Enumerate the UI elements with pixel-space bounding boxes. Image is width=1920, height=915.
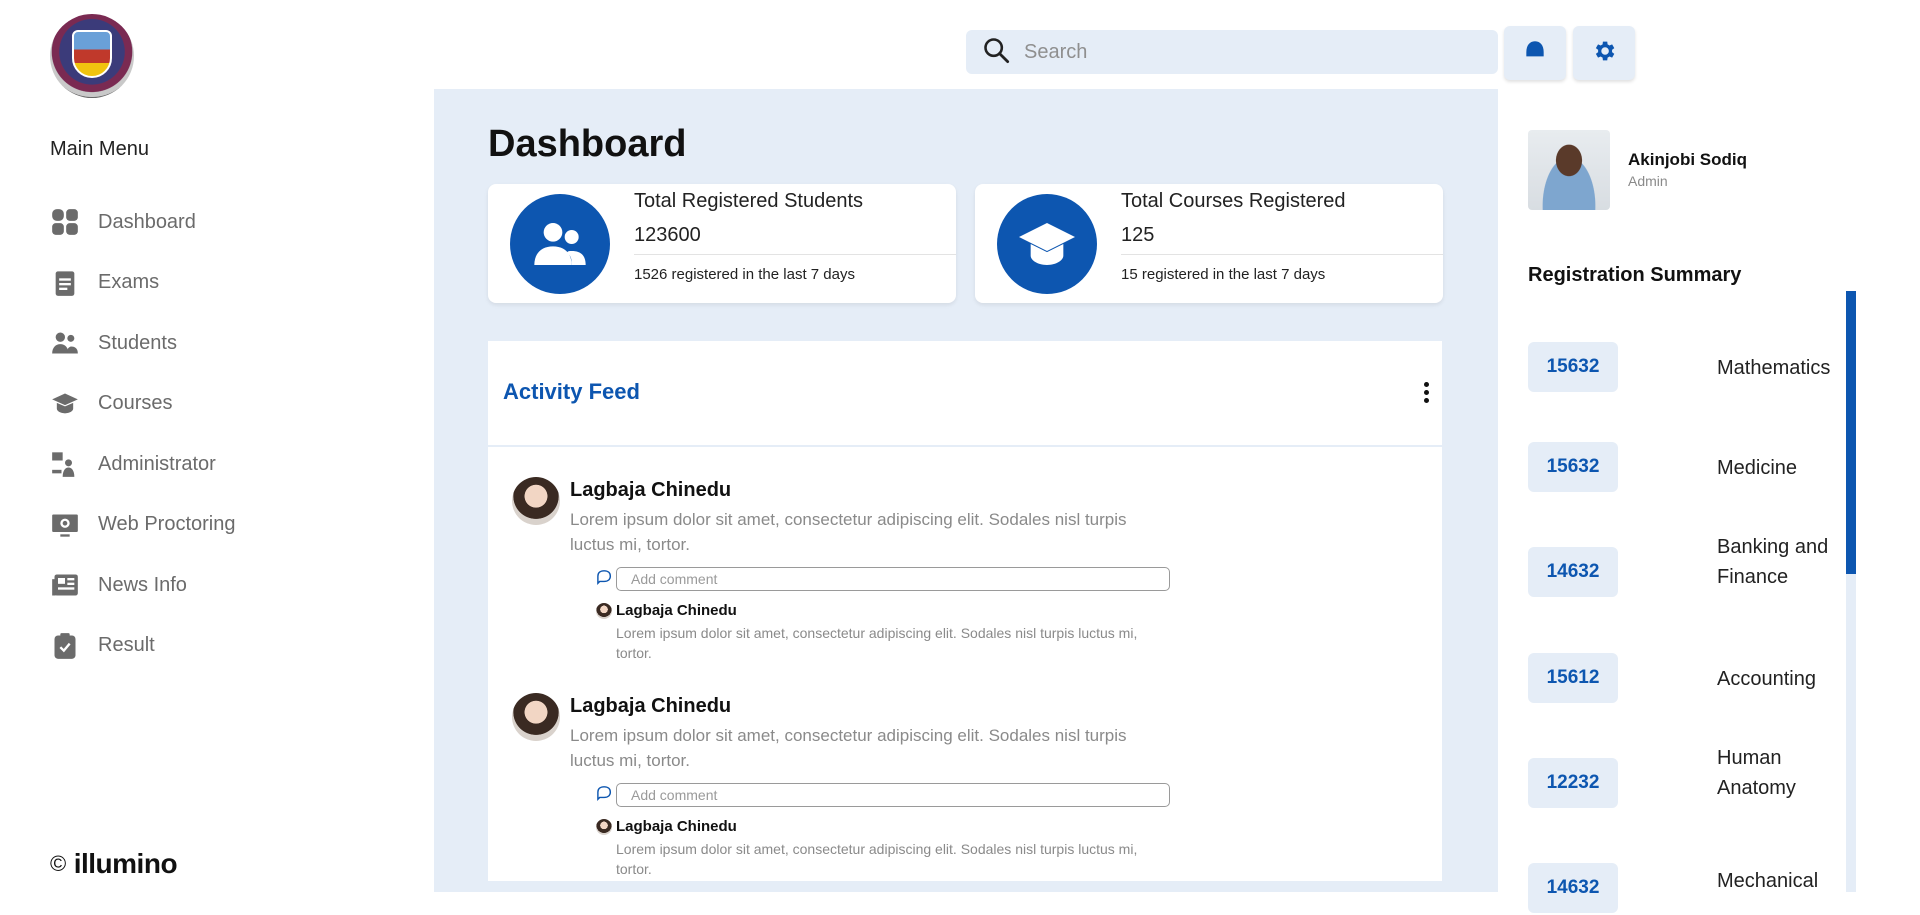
sidebar-item-label: Result	[98, 634, 155, 657]
registration-count: 15632	[1528, 442, 1618, 492]
stat-card-courses: Total Courses Registered 125 15 register…	[975, 184, 1443, 303]
stat-value: 123600	[634, 224, 701, 246]
list-item[interactable]: 15632 Medicine	[1528, 442, 1888, 494]
sidebar-item-web-proctoring[interactable]: Web Proctoring	[50, 495, 235, 556]
list-item[interactable]: 12232 Human Anatomy	[1528, 747, 1888, 810]
sidebar-item-label: Web Proctoring	[98, 513, 236, 536]
divider	[1121, 254, 1443, 255]
students-icon	[510, 194, 610, 294]
profile-role: Admin	[1628, 173, 1668, 189]
registration-count: 15612	[1528, 653, 1618, 703]
main-menu: Dashboard Exams Students Courses Adminis…	[50, 192, 235, 676]
stat-value: 125	[1121, 224, 1155, 246]
web-proctoring-icon	[50, 510, 80, 540]
divider	[634, 254, 956, 255]
copyright-symbol: ©	[50, 851, 66, 876]
stat-subtext: 15 registered in the last 7 days	[1121, 266, 1326, 283]
stat-subtext: 1526 registered in the last 7 days	[634, 266, 855, 283]
sidebar-item-label: News Info	[98, 573, 187, 596]
exams-icon	[50, 268, 80, 298]
university-logo[interactable]	[50, 14, 134, 98]
students-icon	[50, 328, 80, 358]
stat-label: Total Registered Students	[634, 190, 864, 212]
stat-card-students: Total Registered Students 123600 1526 re…	[488, 184, 956, 303]
scrollbar-thumb[interactable]	[1846, 291, 1856, 574]
brand-logo: © illumino	[50, 848, 178, 880]
sidebar-item-exams[interactable]: Exams	[50, 253, 235, 314]
comment-input[interactable]	[616, 567, 1170, 591]
reply-avatar[interactable]	[596, 603, 612, 619]
sidebar-item-news-info[interactable]: News Info	[50, 555, 235, 616]
feed-header: Activity Feed	[488, 341, 1442, 447]
right-panel: Akinjobi Sodiq Admin Registration Summar…	[1498, 89, 1920, 913]
reply-author[interactable]: Lagbaja Chinedu	[616, 818, 737, 835]
comment-icon	[596, 785, 614, 801]
sidebar-item-label: Dashboard	[98, 210, 196, 233]
more-options-icon[interactable]	[1420, 379, 1432, 407]
post-author[interactable]: Lagbaja Chinedu	[570, 695, 731, 718]
sidebar-item-result[interactable]: Result	[50, 616, 235, 677]
main-content: Dashboard Total Registered Students 1236…	[434, 89, 1498, 892]
avatar[interactable]	[512, 477, 560, 525]
course-name: Banking and Finance	[1717, 536, 1829, 588]
news-icon	[50, 570, 80, 600]
course-name: Human Anatomy	[1717, 747, 1796, 799]
gear-icon	[1591, 38, 1617, 69]
list-item[interactable]: 15612 Accounting	[1528, 653, 1888, 705]
registration-summary-title: Registration Summary	[1528, 264, 1742, 286]
activity-feed: Activity Feed Lagbaja Chinedu Lorem ipsu…	[488, 341, 1442, 881]
sidebar-item-courses[interactable]: Courses	[50, 374, 235, 435]
feed-title: Activity Feed	[503, 379, 640, 404]
sidebar-item-label: Students	[98, 331, 177, 354]
notification-button[interactable]	[1504, 26, 1566, 80]
post-text: Lorem ipsum dolor sit amet, consectetur …	[570, 726, 1127, 770]
reply-avatar[interactable]	[596, 819, 612, 835]
brand-name: illumino	[73, 848, 178, 879]
post-text: Lorem ipsum dolor sit amet, consectetur …	[570, 510, 1127, 554]
sidebar-item-label: Administrator	[98, 452, 216, 475]
registration-count: 14632	[1528, 547, 1618, 597]
course-name: Medicine	[1717, 457, 1798, 479]
sidebar-item-label: Exams	[98, 271, 160, 294]
list-item[interactable]: 14632 Mechanical	[1528, 863, 1888, 915]
comment-input[interactable]	[616, 783, 1170, 807]
bell-icon	[1522, 38, 1548, 69]
avatar[interactable]	[512, 693, 560, 741]
settings-button[interactable]	[1573, 26, 1635, 80]
search-bar[interactable]	[966, 30, 1498, 74]
course-name: Mathematics	[1717, 357, 1831, 379]
sidebar-item-label: Courses	[98, 392, 173, 415]
avatar[interactable]	[1528, 130, 1610, 210]
result-icon	[50, 631, 80, 661]
registration-count: 14632	[1528, 863, 1618, 913]
comment-icon	[596, 569, 614, 585]
sidebar-item-dashboard[interactable]: Dashboard	[50, 192, 235, 253]
course-name: Accounting	[1717, 668, 1816, 690]
reply-text: Lorem ipsum dolor sit amet, consectetur …	[616, 625, 1138, 661]
post-author[interactable]: Lagbaja Chinedu	[570, 479, 731, 502]
search-input[interactable]	[1024, 40, 1464, 64]
list-item[interactable]: 15632 Mathematics	[1528, 342, 1888, 394]
courses-icon	[50, 389, 80, 419]
list-item[interactable]: 14632 Banking and Finance	[1528, 536, 1888, 599]
sidebar-item-students[interactable]: Students	[50, 313, 235, 374]
sidebar: Main Menu Dashboard Exams Students Cours…	[0, 0, 437, 892]
graduation-cap-icon	[997, 194, 1097, 294]
page-title: Dashboard	[488, 123, 687, 165]
menu-title: Main Menu	[50, 138, 149, 160]
reply-author[interactable]: Lagbaja Chinedu	[616, 602, 737, 619]
profile-name[interactable]: Akinjobi Sodiq	[1628, 150, 1747, 170]
reply-text: Lorem ipsum dolor sit amet, consectetur …	[616, 841, 1138, 877]
registration-count: 12232	[1528, 758, 1618, 808]
administrator-icon	[50, 449, 80, 479]
dashboard-icon	[50, 207, 80, 237]
search-icon	[982, 36, 1010, 69]
registration-count: 15632	[1528, 342, 1618, 392]
sidebar-item-administrator[interactable]: Administrator	[50, 434, 235, 495]
stat-label: Total Courses Registered	[1121, 190, 1346, 212]
